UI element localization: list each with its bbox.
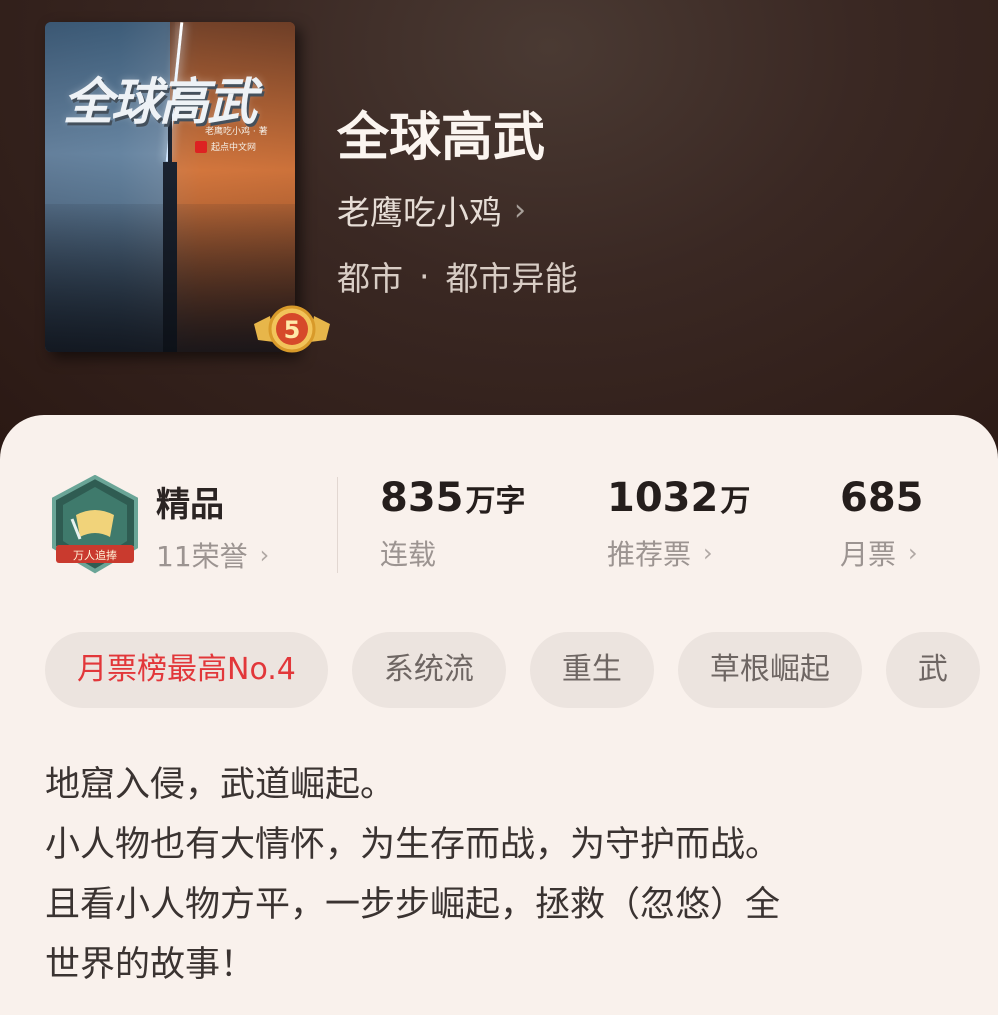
stat-recommend[interactable]: 1032 万 推荐票 › [607, 475, 750, 573]
genre-sub[interactable]: 都市异能 [446, 252, 578, 300]
tag-rank[interactable]: 月票榜最高No.4 [45, 632, 328, 708]
chevron-right-icon: › [908, 539, 918, 567]
cover-author: 老鹰吃小鸡 · 著 [205, 127, 268, 137]
level-badge-number: 5 [284, 316, 301, 344]
monthly-ticket-value: 685 [840, 475, 924, 521]
genre-main[interactable]: 都市 [337, 252, 403, 300]
author-name: 老鹰吃小鸡 [337, 193, 502, 232]
cover-tower [163, 112, 177, 352]
recommend-label: 推荐票 [607, 538, 692, 571]
book-description[interactable]: 地窟入侵，武道崛起。 小人物也有大情怀，为生存而战，为守护而战。 且看小人物方平… [45, 755, 975, 995]
stats-row: 万人追捧 精品 11荣誉 › 835 万字 连载 1032 万 推荐票 › 685 月… [0, 475, 998, 585]
honor-badge-text: 万人追捧 [73, 548, 117, 562]
genre-separator: · [419, 256, 430, 296]
description-line: 且看小人物方平，一步步崛起，拯救（忽悠）全 [45, 885, 781, 925]
honor-count: 11荣誉 [156, 540, 248, 573]
divider [337, 477, 338, 573]
book-header: 全球高武 老鹰吃小鸡 · 著 起点中文网 5 全球高武 老鹰吃小鸡 › 都市 ·… [0, 0, 998, 470]
genre-row: 都市 · 都市异能 [337, 252, 578, 300]
tag-item[interactable]: 重生 [529, 632, 654, 708]
tag-item[interactable]: 系统流 [351, 632, 506, 708]
recommend-value: 1032 [607, 475, 719, 521]
monthly-ticket-label: 月票 [840, 538, 897, 571]
tag-item[interactable]: 武 [885, 632, 980, 708]
honor-link[interactable]: 11荣誉 › [156, 535, 269, 575]
stat-monthly-ticket[interactable]: 685 月票 › [840, 475, 924, 573]
description-line: 小人物也有大情怀，为生存而战，为守护而战。 [45, 825, 781, 865]
author-link[interactable]: 老鹰吃小鸡 › [337, 186, 526, 234]
word-count-label: 连载 [380, 538, 437, 571]
cover-publisher-name: 起点中文网 [211, 143, 257, 153]
tag-list: 月票榜最高No.4 系统流 重生 草根崛起 武 [45, 632, 980, 708]
cover-publisher: 起点中文网 [195, 140, 256, 153]
word-count-value: 835 [380, 475, 464, 521]
chevron-right-icon: › [259, 541, 270, 569]
honor-medal-icon[interactable]: 万人追捧 [50, 475, 140, 575]
level-5-badge-icon: 5 [254, 305, 330, 353]
word-count-unit: 万字 [465, 484, 526, 519]
honor-title: 精品 [156, 485, 224, 525]
description-line: 世界的故事！ [45, 945, 256, 985]
recommend-unit: 万 [720, 484, 751, 519]
chevron-right-icon: › [703, 539, 713, 567]
publisher-logo-icon [195, 140, 207, 153]
chevron-right-icon: › [514, 192, 526, 228]
book-info-panel: 万人追捧 精品 11荣誉 › 835 万字 连载 1032 万 推荐票 › 685 月… [0, 415, 998, 1015]
tag-item[interactable]: 草根崛起 [677, 632, 862, 708]
description-line: 地窟入侵，武道崛起。 [45, 765, 396, 805]
book-title: 全球高武 [337, 108, 546, 168]
stat-word-count: 835 万字 连载 [380, 475, 526, 573]
